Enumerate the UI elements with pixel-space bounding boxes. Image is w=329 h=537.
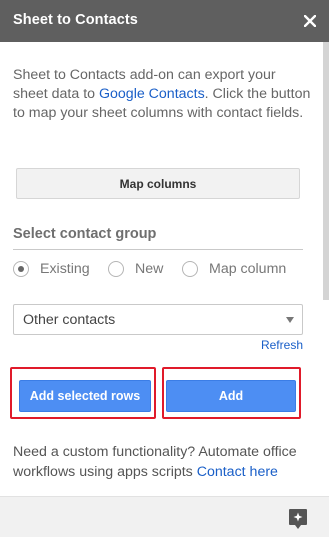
contact-group-title: Select contact group bbox=[13, 226, 303, 250]
google-contacts-link[interactable]: Google Contacts bbox=[99, 86, 205, 102]
radio-map-column[interactable]: Map column bbox=[182, 259, 286, 279]
radio-new-label: New bbox=[135, 261, 164, 277]
bottom-bar bbox=[0, 496, 329, 537]
contact-group-select[interactable]: Other contacts bbox=[13, 304, 303, 335]
chevron-down-icon bbox=[286, 317, 294, 323]
radio-map-column-circle[interactable] bbox=[182, 261, 198, 277]
add-button[interactable]: Add bbox=[166, 380, 296, 412]
radio-existing-label: Existing bbox=[40, 261, 90, 277]
radio-map-column-label: Map column bbox=[209, 261, 287, 277]
feedback-icon[interactable] bbox=[288, 508, 308, 530]
sidebar-title: Sheet to Contacts bbox=[13, 12, 138, 28]
footer-text: Need a custom functionality? Automate of… bbox=[13, 443, 313, 482]
close-icon[interactable] bbox=[299, 10, 321, 32]
intro-text: Sheet to Contacts add-on can export your… bbox=[13, 66, 313, 124]
radio-existing[interactable]: Existing bbox=[13, 259, 90, 279]
contact-here-link[interactable]: Contact here bbox=[197, 464, 278, 480]
add-selected-rows-button[interactable]: Add selected rows bbox=[19, 380, 151, 412]
radio-new[interactable]: New bbox=[108, 259, 163, 279]
contact-group-select-value: Other contacts bbox=[23, 312, 116, 328]
sidebar-header: Sheet to Contacts bbox=[0, 0, 329, 42]
scrollbar[interactable] bbox=[323, 42, 329, 300]
refresh-link[interactable]: Refresh bbox=[261, 338, 303, 352]
radio-new-circle[interactable] bbox=[108, 261, 124, 277]
radio-existing-circle[interactable] bbox=[13, 261, 29, 277]
map-columns-button[interactable]: Map columns bbox=[16, 168, 300, 199]
